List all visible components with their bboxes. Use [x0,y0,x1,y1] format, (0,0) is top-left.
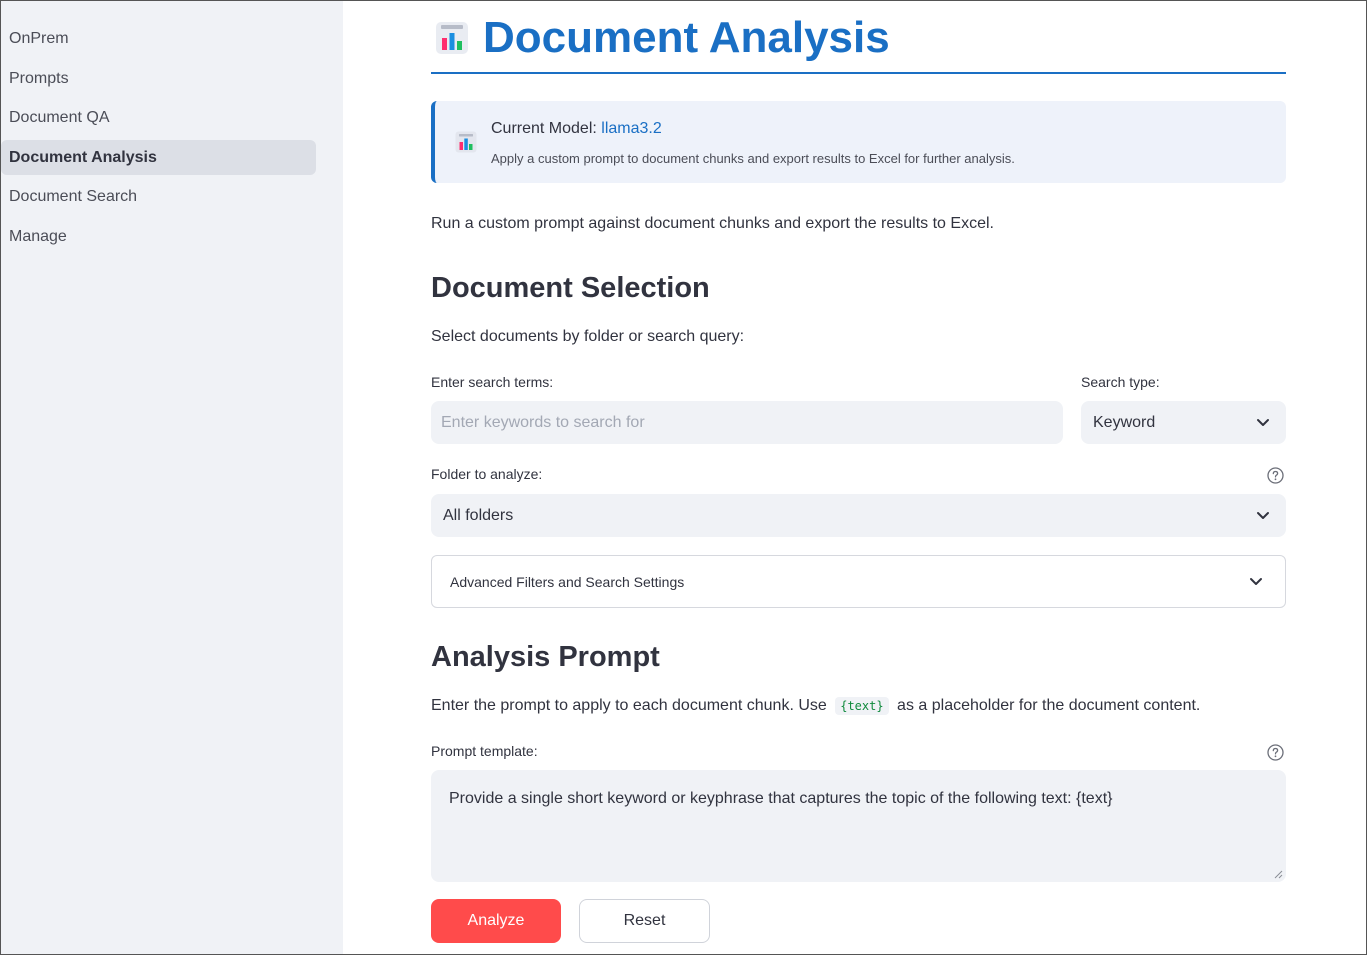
search-input[interactable]: Enter keywords to search for [431,401,1063,444]
folder-value: All folders [443,506,514,524]
chevron-down-icon [1250,577,1262,585]
expander-label: Advanced Filters and Search Settings [450,573,685,590]
model-info-box: Current Model: llama3.2 Apply a custom p… [431,101,1286,183]
search-type-value: Keyword [1093,413,1156,431]
bar-chart-icon [455,131,477,153]
document-selection-heading: Document Selection [431,272,710,304]
analysis-prompt-subtext: Enter the prompt to apply to each docume… [431,697,1200,715]
analyze-button[interactable]: Analyze [431,899,561,943]
prompt-template-label: Prompt template: [431,743,538,759]
page-header: Document Analysis [431,10,890,65]
sidebar-item-onprem[interactable]: OnPrem [1,21,316,56]
prompt-subtext-after: as a placeholder for the document conten… [897,697,1201,714]
placeholder-code: {text} [835,697,889,715]
folder-label: Folder to analyze: [431,466,543,482]
prompt-subtext-before: Enter the prompt to apply to each docume… [431,697,827,714]
page-title: Document Analysis [483,12,890,62]
chevron-down-icon [1257,418,1269,426]
resize-grip-icon[interactable] [1274,870,1283,879]
info-description: Apply a custom prompt to document chunks… [491,151,1015,166]
bar-chart-icon [436,21,468,54]
prompt-template-value: Provide a single short keyword or keyphr… [449,790,1113,807]
sidebar-item-prompts[interactable]: Prompts [1,61,316,96]
sidebar: OnPrem Prompts Document QA Document Anal… [1,1,343,954]
help-icon[interactable] [1267,467,1284,484]
title-divider [431,72,1286,74]
analysis-prompt-heading: Analysis Prompt [431,641,660,673]
advanced-filters-expander[interactable]: Advanced Filters and Search Settings [431,555,1286,608]
sidebar-item-document-analysis[interactable]: Document Analysis [1,140,316,175]
search-type-label: Search type: [1081,374,1160,390]
search-terms-label: Enter search terms: [431,374,554,390]
sidebar-item-document-search[interactable]: Document Search [1,179,316,214]
folder-select[interactable]: All folders [431,494,1286,537]
sidebar-item-manage[interactable]: Manage [1,219,316,254]
current-model-name: llama3.2 [601,120,662,137]
prompt-template-textarea[interactable]: Provide a single short keyword or keyphr… [431,770,1286,882]
search-type-select[interactable]: Keyword [1081,401,1286,444]
document-selection-subtext: Select documents by folder or search que… [431,328,745,345]
chevron-down-icon [1257,511,1269,519]
intro-text: Run a custom prompt against document chu… [431,215,994,232]
sidebar-item-document-qa[interactable]: Document QA [1,100,316,135]
help-icon[interactable] [1267,744,1284,761]
reset-button[interactable]: Reset [579,899,710,943]
current-model-label: Current Model: [491,120,597,137]
current-model-line: Current Model: llama3.2 [491,120,662,138]
